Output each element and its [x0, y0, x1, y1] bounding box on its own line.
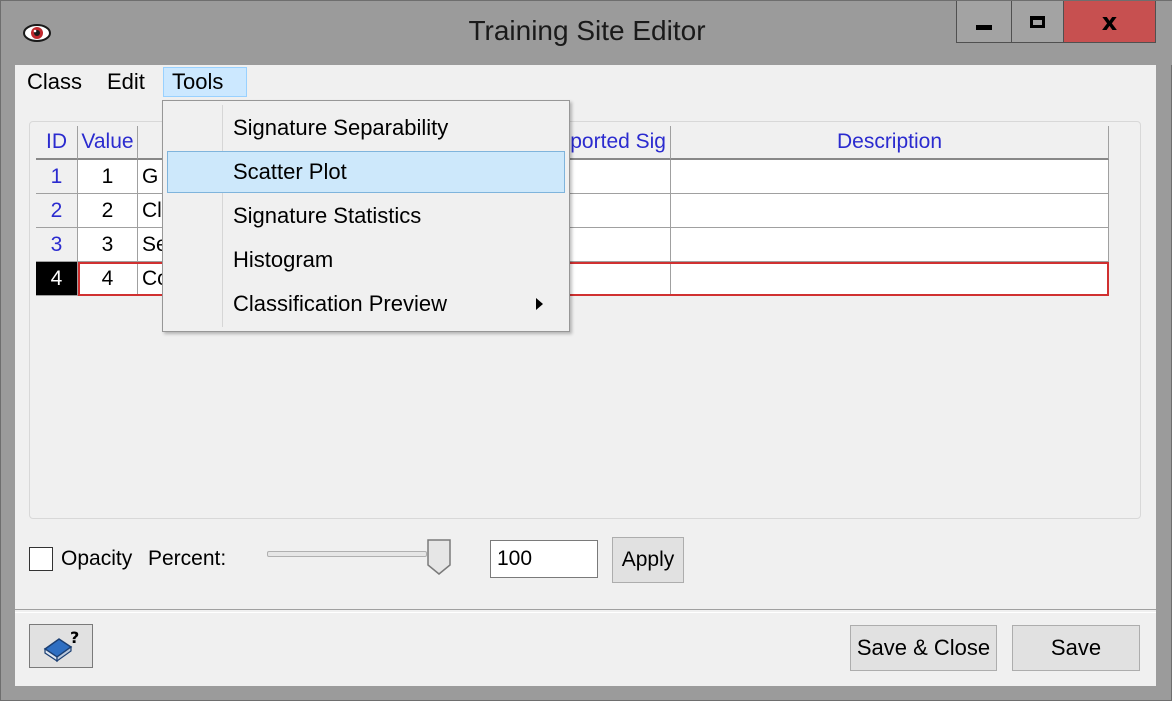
minimize-icon — [976, 25, 992, 30]
header-description[interactable]: Description — [671, 126, 1109, 160]
menu-item-label: Histogram — [233, 247, 334, 272]
menu-bar: Class Edit Tools — [15, 65, 1156, 99]
save-close-button[interactable]: Save & Close — [850, 625, 997, 671]
menu-item-label: Classification Preview — [233, 291, 447, 316]
row-header-2[interactable]: 2 — [36, 194, 78, 228]
minimize-button[interactable] — [956, 1, 1012, 43]
maximize-icon — [1030, 15, 1045, 28]
submenu-arrow-icon — [536, 298, 543, 310]
menu-item-label: Signature Separability — [233, 115, 449, 140]
row-header-1[interactable]: 1 — [36, 160, 78, 194]
header-id[interactable]: ID — [36, 126, 78, 160]
percent-label: Percent: — [148, 547, 227, 570]
close-button[interactable]: x — [1064, 1, 1156, 43]
opacity-label[interactable]: Opacity — [61, 547, 132, 571]
cell-value-2[interactable]: 2 — [78, 194, 138, 228]
menu-edit[interactable]: Edit — [99, 67, 153, 97]
menu-item-classification-preview[interactable]: Classification Preview — [167, 283, 565, 325]
close-icon: x — [1101, 7, 1118, 36]
cell-value-1[interactable]: 1 — [78, 160, 138, 194]
cell-description-3[interactable] — [671, 228, 1109, 262]
apply-button[interactable]: Apply — [612, 537, 684, 583]
menu-class[interactable]: Class — [19, 67, 90, 97]
menu-item-signature-separability[interactable]: Signature Separability — [167, 107, 565, 149]
header-value[interactable]: Value — [78, 126, 138, 160]
training-site-editor-window: Training Site Editor x Class Edit Tools … — [0, 0, 1172, 701]
opacity-slider-track[interactable] — [267, 551, 427, 557]
menu-item-histogram[interactable]: Histogram — [167, 239, 565, 281]
header-imported-sig[interactable]: nported Sig — [566, 126, 671, 160]
opacity-slider-thumb[interactable] — [427, 539, 451, 575]
title-bar[interactable]: Training Site Editor x — [1, 1, 1172, 65]
cell-description-2[interactable] — [671, 194, 1109, 228]
menu-item-scatter-plot[interactable]: Scatter Plot — [167, 151, 565, 193]
help-book-icon: ? — [43, 629, 79, 663]
cell-description-1[interactable] — [671, 160, 1109, 194]
cell-imported-sig-1[interactable] — [566, 160, 671, 194]
opacity-checkbox[interactable] — [29, 547, 53, 571]
footer-divider — [15, 609, 1156, 613]
svg-text:?: ? — [70, 629, 79, 647]
cell-imported-sig-2[interactable] — [566, 194, 671, 228]
cell-value-4[interactable]: 4 — [78, 262, 138, 296]
row-header-3[interactable]: 3 — [36, 228, 78, 262]
save-button[interactable]: Save — [1012, 625, 1140, 671]
menu-item-label: Signature Statistics — [233, 203, 422, 228]
menu-item-label: Scatter Plot — [233, 159, 347, 184]
opacity-controls: Opacity Percent: Apply — [29, 537, 1129, 583]
cell-value-3[interactable]: 3 — [78, 228, 138, 262]
help-button[interactable]: ? — [29, 624, 93, 668]
opacity-percent-input[interactable] — [490, 540, 598, 578]
menu-tools[interactable]: Tools — [163, 67, 247, 97]
row-header-4[interactable]: 4 — [36, 262, 78, 296]
tools-dropdown-menu: Signature Separability Scatter Plot Sign… — [162, 100, 570, 332]
maximize-button[interactable] — [1012, 1, 1064, 43]
cell-description-4[interactable] — [671, 262, 1109, 296]
cell-imported-sig-4[interactable] — [566, 262, 671, 296]
menu-item-signature-statistics[interactable]: Signature Statistics — [167, 195, 565, 237]
cell-imported-sig-3[interactable] — [566, 228, 671, 262]
